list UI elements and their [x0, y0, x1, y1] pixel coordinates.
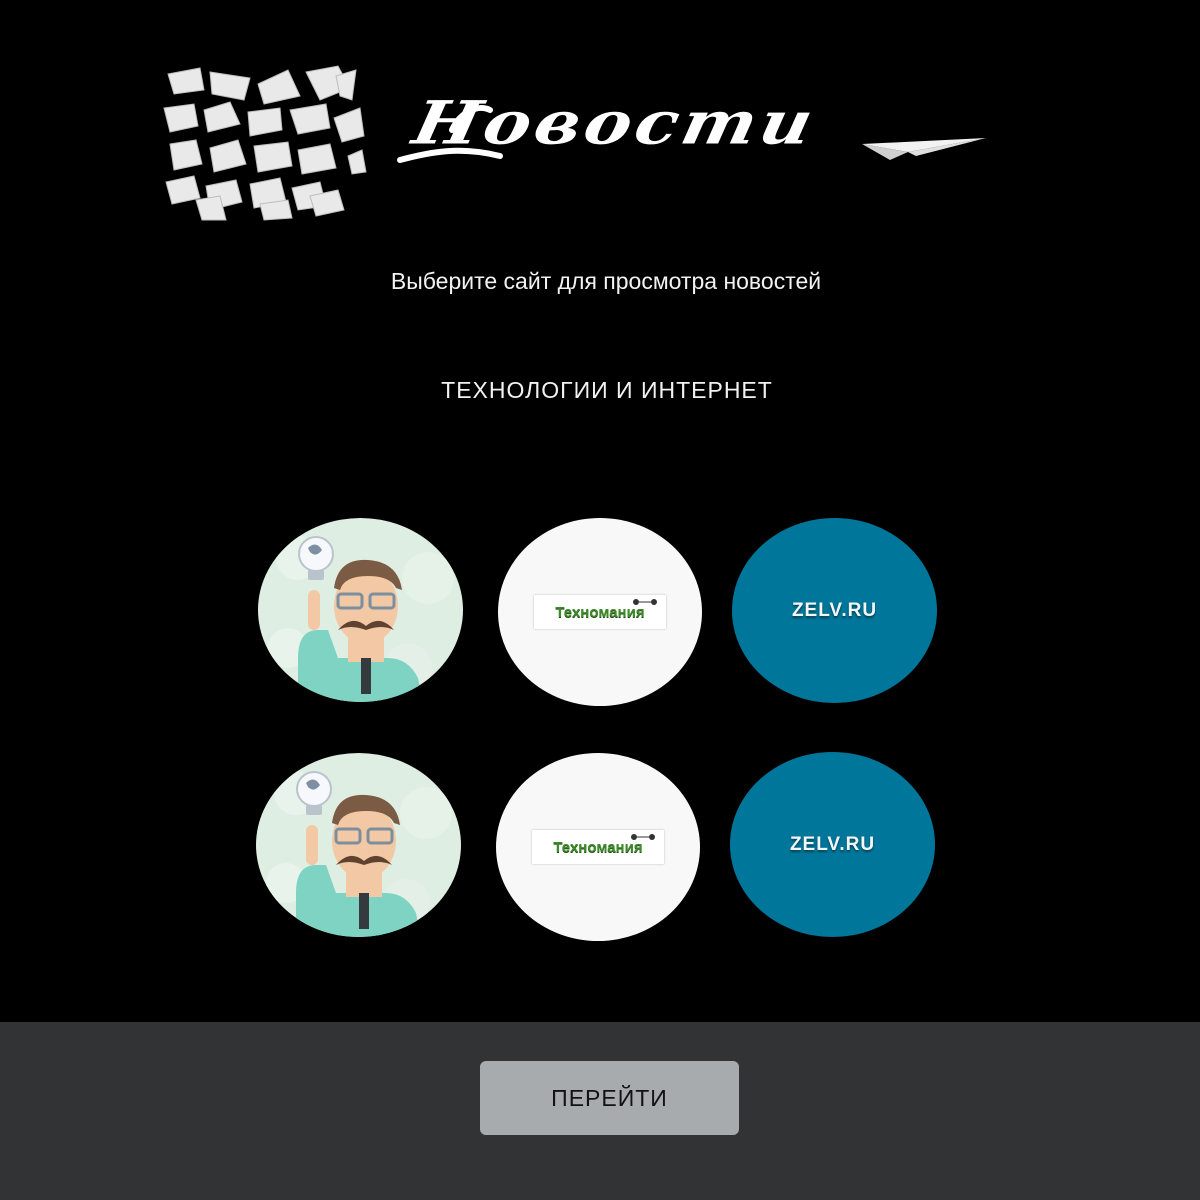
logo-text: Новости	[407, 87, 824, 158]
site-option-zelv-1[interactable]: ZELV.RU	[732, 518, 937, 703]
site-option-zelv-2[interactable]: ZELV.RU	[730, 752, 935, 937]
technomania-logo: Техномания	[532, 830, 664, 864]
go-button[interactable]: ПЕРЕЙТИ	[480, 1061, 739, 1135]
idea-man-illustration	[258, 518, 463, 702]
zelv-label: ZELV.RU	[791, 599, 878, 621]
paper-plane-icon	[862, 138, 986, 160]
site-option-technomania-1[interactable]: Техномания	[498, 518, 702, 706]
shredded-paper-icon	[163, 65, 367, 221]
eyes-icon	[631, 834, 655, 840]
site-option-idea-2[interactable]	[256, 753, 461, 937]
site-option-technomania-2[interactable]: Техномания	[496, 753, 700, 941]
category-title: ТЕХНОЛОГИИ И ИНТЕРНЕТ	[441, 377, 773, 403]
technomania-logo: Техномания	[534, 595, 666, 629]
zelv-label: ZELV.RU	[789, 833, 876, 855]
site-option-idea-1[interactable]	[258, 518, 463, 702]
page-subtitle: Выберите сайт для просмотра новостей	[390, 268, 822, 294]
eyes-icon	[633, 599, 657, 605]
idea-man-illustration	[256, 753, 461, 937]
